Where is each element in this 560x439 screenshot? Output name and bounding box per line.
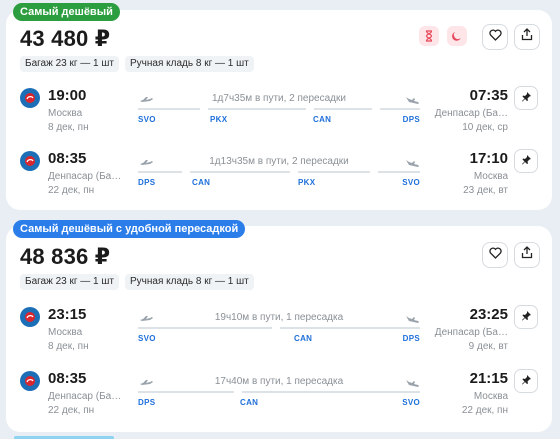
favorite-button[interactable] [482,242,508,268]
departure-city: Денпасар (Ба… [48,171,122,182]
flight-duration: 19ч10м в пути, 1 пересадка [214,312,344,323]
airport-code: CAN [192,178,211,187]
pin-icon [521,308,532,326]
airport-code: DPS [402,334,420,343]
route-line: 1д7ч35м в пути, 2 пересадки SVO PKX CAN … [138,88,420,136]
offer-badge: Самый дешёвый с удобной пересадкой [13,220,246,238]
flight-segment-outbound[interactable]: 19:00 Москва 8 дек, пн 1д7ч35м в пути, 2… [6,86,552,146]
departure-city: Москва [48,327,83,338]
heart-icon [488,246,502,264]
flight-duration: 1д13ч35м в пути, 2 пересадки [209,156,349,167]
heart-icon [488,28,502,46]
airport-code: PKX [210,115,228,124]
hand-luggage-tag: Ручная кладь 8 кг — 1 шт [125,274,254,290]
airline-logo [20,307,40,327]
airport-code: DPS [402,115,420,124]
pin-icon [521,152,532,170]
airport-code: SVO [138,334,156,343]
moon-icon [447,26,467,46]
flight-segment-return[interactable]: 08:35 Денпасар (Ба… 22 дек, пн 17ч40м в … [6,369,552,429]
flight-duration: 1д7ч35м в пути, 2 пересадки [212,93,346,104]
arrival-city: Денпасар (Ба… [434,327,508,338]
departure-date: 8 дек, пн [48,122,89,133]
airport-code: PKX [298,178,316,187]
departure-time: 08:35 [48,370,87,387]
airport-code: SVO [138,115,156,124]
departure-time: 19:00 [48,87,87,104]
airport-code: SVO [402,398,420,407]
airport-code: DPS [138,398,156,407]
offer-card-cheapest[interactable]: Самый дешёвый 43 480 ₽ Багаж 23 кг — 1 ш… [6,3,552,210]
pin-button[interactable] [514,369,538,393]
share-icon [521,246,533,264]
airline-logo [20,371,40,391]
arrival-city: Москва [473,171,508,182]
departure-time: 08:35 [48,150,87,167]
arrival-time: 17:10 [469,150,508,167]
share-button[interactable] [514,24,540,50]
departure-date: 22 дек, пн [48,185,95,196]
pin-button[interactable] [514,305,538,329]
arrival-date: 9 дек, вт [468,341,508,352]
favorite-button[interactable] [482,24,508,50]
offer-card-convenient[interactable]: Самый дешёвый с удобной пересадкой 48 83… [6,220,552,432]
arrival-date: 23 дек, вт [463,185,508,196]
offer-price: 48 836 ₽ [20,244,111,269]
flight-duration: 17ч40м в пути, 1 пересадка [214,376,344,387]
airline-logo [20,151,40,171]
pin-button[interactable] [514,149,538,173]
flight-segment-outbound[interactable]: 23:15 Москва 8 дек, пн 19ч10м в пути, 1 … [6,305,552,365]
baggage-tag: Багаж 23 кг — 1 шт [20,56,120,72]
pin-icon [521,372,532,390]
pin-icon [521,89,532,107]
arrival-city: Москва [473,391,508,402]
airport-code: SVO [402,178,420,187]
arrival-time: 21:15 [469,370,508,387]
route-line: 17ч40м в пути, 1 пересадка DPS CAN SVO [138,371,420,419]
airport-code: CAN [240,398,259,407]
departure-city: Денпасар (Ба… [48,391,122,402]
airline-logo [20,88,40,108]
baggage-tag: Багаж 23 кг — 1 шт [20,274,120,290]
hourglass-icon [419,26,439,46]
arrival-time: 23:25 [469,306,508,323]
share-icon [521,28,533,46]
share-button[interactable] [514,242,540,268]
offer-badge: Самый дешёвый [13,3,120,21]
flight-segment-return[interactable]: 08:35 Денпасар (Ба… 22 дек, пн 1д13ч35м … [6,149,552,209]
airport-code: DPS [138,178,156,187]
pin-button[interactable] [514,86,538,110]
arrival-date: 10 дек, ср [462,122,508,133]
route-line: 19ч10м в пути, 1 пересадка SVO CAN DPS [138,307,420,355]
arrival-city: Денпасар (Ба… [434,108,508,119]
arrival-date: 22 дек, пн [461,405,508,416]
hand-luggage-tag: Ручная кладь 8 кг — 1 шт [125,56,254,72]
airport-code: CAN [313,115,332,124]
airport-code: CAN [294,334,313,343]
departure-time: 23:15 [48,306,87,323]
offer-price: 43 480 ₽ [20,26,111,51]
departure-date: 8 дек, пн [48,341,89,352]
departure-city: Москва [48,108,83,119]
departure-date: 22 дек, пн [48,405,95,416]
arrival-time: 07:35 [469,87,508,104]
route-line: 1д13ч35м в пути, 2 пересадки DPS CAN PKX… [138,151,420,199]
